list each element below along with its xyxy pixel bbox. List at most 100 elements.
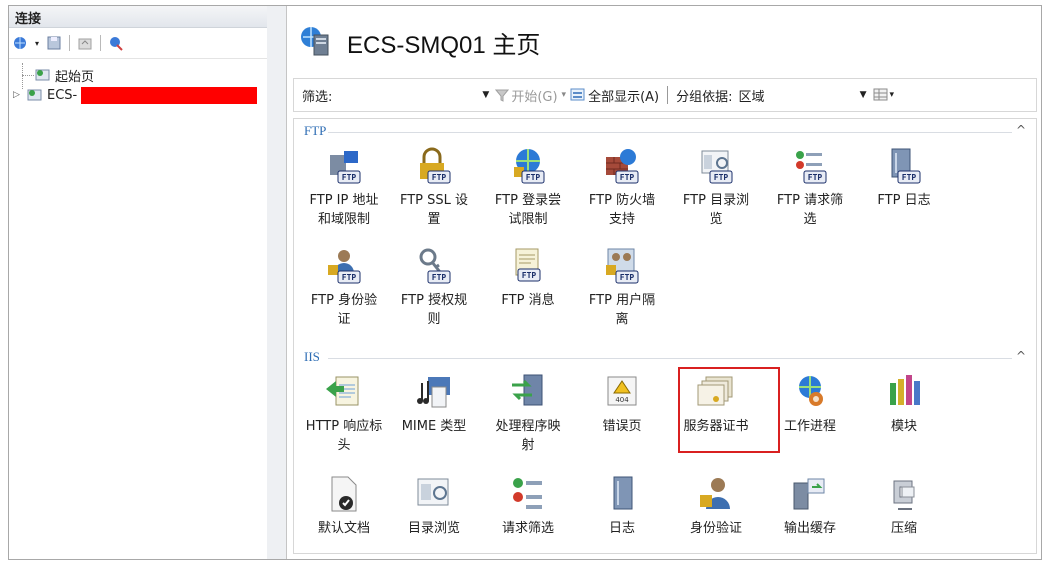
feature-label: 压缩 bbox=[890, 521, 917, 536]
feature-compression[interactable]: 压缩 bbox=[856, 475, 952, 538]
response-headers-icon bbox=[326, 376, 359, 406]
ftp-ip-restrictions-icon: FTP bbox=[330, 151, 361, 184]
feature-label: FTP 授权规 bbox=[400, 293, 468, 308]
feature-ftp-directory-browsing[interactable]: FTP FTP 目录浏 览 bbox=[668, 147, 764, 229]
user-lock-icon bbox=[700, 478, 730, 509]
toolbar-divider bbox=[667, 86, 669, 104]
section-divider bbox=[328, 358, 1012, 359]
feature-modules[interactable]: 模块 bbox=[856, 373, 952, 436]
feature-label: 目录浏览 bbox=[407, 521, 460, 536]
ftp-badge-label: FTP bbox=[620, 173, 635, 182]
group-by-select[interactable]: 区域 ▼ bbox=[739, 86, 867, 105]
feature-ftp-authentication[interactable]: FTP FTP 身份验 证 bbox=[296, 247, 392, 329]
feature-label: FTP 消息 bbox=[501, 293, 555, 308]
feature-label: 则 bbox=[427, 312, 441, 327]
disconnect-icon[interactable] bbox=[107, 34, 125, 52]
chevron-down-icon[interactable]: ▼ bbox=[482, 90, 489, 100]
feature-label: 请求筛选 bbox=[501, 521, 554, 536]
section-divider bbox=[328, 132, 1012, 133]
filter-bar: 筛选: ▼ 开始(G) ▾ 全部显示(A) 分组依据: 区域 ▼ ▾ bbox=[293, 78, 1037, 112]
ftp-badge-label: FTP bbox=[522, 271, 537, 280]
mime-types-icon bbox=[417, 377, 450, 408]
up-level-icon[interactable] bbox=[76, 34, 94, 52]
connections-tree: 起始页 ▷ ECS- bbox=[9, 59, 267, 105]
page-header: ECS-SMQ01 主页 bbox=[287, 6, 1041, 78]
filter-input[interactable] bbox=[332, 85, 482, 105]
feature-label: FTP 日志 bbox=[877, 193, 931, 208]
feature-ftp-logging[interactable]: FTP FTP 日志 bbox=[856, 147, 952, 210]
feature-request-filtering[interactable]: 请求筛选 bbox=[480, 475, 576, 538]
ftp-badge-label: FTP bbox=[342, 273, 357, 282]
feature-ftp-authorization-rules[interactable]: FTP FTP 授权规 则 bbox=[386, 247, 482, 329]
feature-default-document[interactable]: 默认文档 bbox=[296, 475, 392, 538]
feature-ftp-firewall[interactable]: FTP FTP 防火墙 支持 bbox=[574, 147, 670, 229]
feature-ftp-request-filtering[interactable]: FTP FTP 请求筛 选 bbox=[762, 147, 858, 229]
view-mode-button[interactable]: ▾ bbox=[873, 88, 894, 102]
request-filter-icon: FTP bbox=[796, 151, 827, 184]
feature-output-caching[interactable]: 输出缓存 bbox=[762, 475, 858, 538]
connect-globe-icon[interactable] bbox=[11, 34, 29, 52]
worker-process-icon bbox=[799, 376, 823, 406]
show-all-label: 全部显示(A) bbox=[588, 89, 660, 105]
pane-splitter[interactable] bbox=[267, 6, 287, 559]
toolbar-divider bbox=[100, 35, 101, 51]
feature-label: 射 bbox=[521, 438, 535, 453]
expand-arrow-icon[interactable]: ▷ bbox=[13, 90, 27, 100]
feature-http-response-headers[interactable]: HTTP 响应标 头 bbox=[296, 373, 392, 455]
start-filter-label: 开始(G) bbox=[511, 89, 558, 105]
funnel-icon bbox=[495, 89, 510, 102]
feature-label: 置 bbox=[427, 212, 441, 227]
feature-handler-mappings[interactable]: 处理程序映 射 bbox=[480, 373, 576, 455]
user-lock-icon: FTP bbox=[328, 250, 361, 284]
tree-item-server[interactable]: ▷ ECS- bbox=[9, 85, 267, 105]
start-filter-button[interactable]: 开始(G) bbox=[495, 86, 558, 105]
collapse-icon[interactable]: ^ bbox=[1016, 123, 1026, 137]
connections-title: 连接 bbox=[9, 6, 267, 28]
feature-ftp-ip-restrictions[interactable]: FTP FTP IP 地址 和域限制 bbox=[296, 147, 392, 229]
view-grid-icon bbox=[873, 88, 887, 101]
feature-error-pages[interactable]: 404 错误页 bbox=[574, 373, 670, 436]
compression-clamp-icon bbox=[893, 480, 915, 510]
connections-pane: 连接 ▾ 起始页 ▷ ECS- bbox=[9, 6, 268, 559]
request-filter-icon bbox=[513, 478, 542, 509]
group-by-value: 区域 bbox=[738, 89, 765, 105]
ftp-badge-label: FTP bbox=[620, 273, 635, 282]
chevron-down-icon[interactable]: ▾ bbox=[562, 90, 567, 100]
ftp-badge-label: FTP bbox=[714, 173, 729, 182]
directory-browse-icon: FTP bbox=[701, 150, 733, 184]
feature-worker-processes[interactable]: 工作进程 bbox=[762, 373, 858, 436]
feature-ftp-user-isolation[interactable]: FTP FTP 用户隔 离 bbox=[574, 247, 670, 329]
feature-label: MIME 类型 bbox=[401, 419, 467, 434]
show-all-button[interactable]: 全部显示(A) bbox=[570, 86, 659, 105]
feature-label: 头 bbox=[337, 438, 351, 453]
globe-lock-icon: FTP bbox=[514, 149, 545, 184]
feature-logging[interactable]: 日志 bbox=[574, 475, 670, 538]
key-icon: FTP bbox=[419, 248, 451, 284]
feature-label: 支持 bbox=[608, 212, 635, 227]
feature-label: FTP 登录尝 bbox=[494, 193, 562, 208]
feature-mime-types[interactable]: MIME 类型 bbox=[386, 373, 482, 436]
start-page-icon bbox=[35, 69, 50, 81]
chevron-down-icon[interactable]: ▾ bbox=[33, 34, 41, 52]
server-home-icon bbox=[301, 27, 329, 56]
ftp-badge-label: FTP bbox=[342, 173, 357, 182]
feature-directory-browsing[interactable]: 目录浏览 bbox=[386, 475, 482, 538]
firewall-icon: FTP bbox=[606, 149, 639, 184]
group-by-label: 分组依据: bbox=[676, 89, 733, 105]
home-pane: ECS-SMQ01 主页 筛选: ▼ 开始(G) ▾ 全部显示(A) 分组依据:… bbox=[287, 6, 1041, 559]
connections-toolbar: ▾ bbox=[9, 28, 267, 59]
warning-page-icon: 404 bbox=[607, 376, 637, 406]
tree-item-start-page[interactable]: 起始页 bbox=[9, 65, 267, 85]
server-icon bbox=[27, 89, 42, 101]
iis-manager-window: 连接 ▾ 起始页 ▷ ECS- ECS-SMQ01 主页 筛选: ▼ 开始(G)… bbox=[8, 5, 1042, 560]
feature-authentication[interactable]: 身份验证 bbox=[668, 475, 764, 538]
feature-ftp-logon-attempt[interactable]: FTP FTP 登录尝 试限制 bbox=[480, 147, 576, 229]
collapse-icon[interactable]: ^ bbox=[1016, 349, 1026, 363]
feature-ftp-ssl-settings[interactable]: FTP FTP SSL 设 置 bbox=[386, 147, 482, 229]
save-icon[interactable] bbox=[45, 34, 63, 52]
feature-label: 模块 bbox=[890, 419, 917, 434]
tree-item-label: 起始页 bbox=[55, 69, 95, 85]
toolbar-divider bbox=[69, 35, 70, 51]
feature-label: HTTP 响应标 bbox=[305, 419, 383, 434]
feature-ftp-messages[interactable]: FTP FTP 消息 bbox=[480, 247, 576, 310]
